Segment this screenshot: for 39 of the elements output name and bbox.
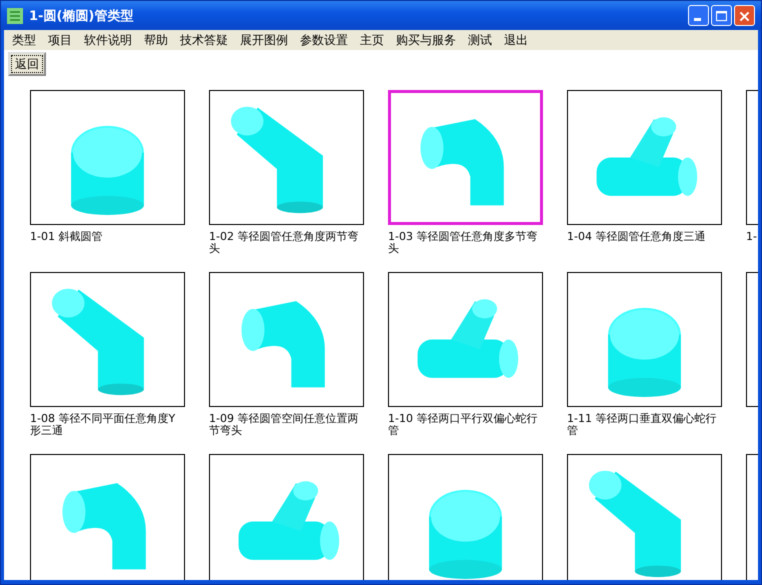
thumbnail-label: 1-01 斜截圆管 bbox=[30, 231, 104, 243]
menu-item[interactable]: 类型 bbox=[6, 32, 42, 48]
window-title: 1-圆(椭圆)管类型 bbox=[29, 8, 134, 24]
menu-item[interactable]: 退出 bbox=[498, 32, 534, 48]
thumbnail-label: 1-08 等径不同平面任意角度Y形三通 bbox=[30, 413, 176, 437]
thumbnail[interactable] bbox=[30, 272, 185, 407]
back-button[interactable]: 返回 bbox=[8, 52, 46, 76]
thumbnail[interactable] bbox=[209, 454, 364, 580]
thumbnail-label: 1-11 等径两口垂直双偏心蛇行管 bbox=[567, 413, 718, 437]
menu-item[interactable]: 展开图例 bbox=[234, 32, 294, 48]
thumbnail-label: 1-03 等径圆管任意角度多节弯头 bbox=[388, 231, 538, 255]
maximize-button[interactable] bbox=[711, 5, 732, 26]
thumbnail-label: 1-02 等径圆管任意角度两节弯头 bbox=[209, 231, 360, 255]
thumbnail-label: 1-10 等径两口平行双偏心蛇行管 bbox=[388, 413, 538, 437]
thumbnail[interactable] bbox=[30, 454, 185, 580]
thumbnail[interactable] bbox=[567, 272, 722, 407]
menu-item[interactable]: 测试 bbox=[462, 32, 498, 48]
thumbnail[interactable] bbox=[567, 90, 722, 225]
thumbnail[interactable] bbox=[388, 272, 543, 407]
menu-item[interactable]: 购买与服务 bbox=[390, 32, 462, 48]
minimize-icon bbox=[694, 18, 701, 21]
close-button[interactable] bbox=[734, 5, 755, 26]
thumbnail-label: 1- bbox=[746, 231, 758, 243]
thumbnail-label: 1-04 等径圆管任意角度三通 bbox=[567, 231, 706, 243]
menu-item[interactable]: 软件说明 bbox=[78, 32, 138, 48]
thumbnail[interactable] bbox=[209, 272, 364, 407]
menu-item[interactable]: 项目 bbox=[42, 32, 78, 48]
menu-item[interactable]: 主页 bbox=[354, 32, 390, 48]
app-icon bbox=[7, 8, 23, 24]
menu-item[interactable]: 技术答疑 bbox=[174, 32, 234, 48]
thumbnail-label: 1-09 等径圆管空间任意位置两节弯头 bbox=[209, 413, 360, 437]
menu-item[interactable]: 参数设置 bbox=[294, 32, 354, 48]
thumbnail[interactable] bbox=[209, 90, 364, 225]
thumbnail[interactable] bbox=[388, 90, 543, 225]
menu-item[interactable]: 帮助 bbox=[138, 32, 174, 48]
thumbnail[interactable] bbox=[388, 454, 543, 580]
thumbnail[interactable] bbox=[30, 90, 185, 225]
minimize-button[interactable] bbox=[688, 5, 709, 26]
thumbnail[interactable] bbox=[567, 454, 722, 580]
